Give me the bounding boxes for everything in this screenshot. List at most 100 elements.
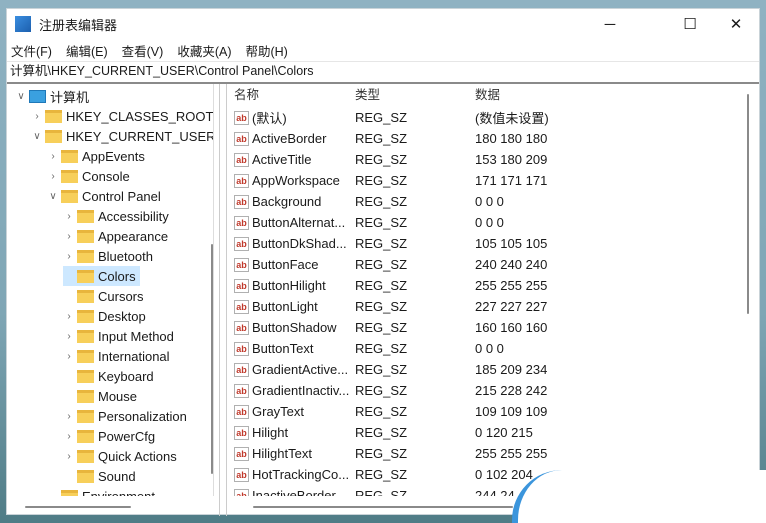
tree-item-label: Bluetooth <box>98 248 153 264</box>
chevron-right-icon[interactable]: › <box>63 311 75 322</box>
chevron-down-icon[interactable]: ∨ <box>31 131 43 142</box>
minimize-button[interactable]: ─ <box>587 9 633 39</box>
tree-item[interactable]: Keyboard <box>63 366 158 386</box>
menu-favorites[interactable]: 收藏夹(A) <box>177 41 231 60</box>
value-data: 255 255 255 <box>475 278 548 293</box>
maximize-button[interactable]: ☐ <box>667 9 713 39</box>
chevron-right-icon[interactable]: › <box>63 351 75 362</box>
floating-overlay <box>512 470 766 523</box>
value-row[interactable]: ab ButtonAlternat... REG_SZ 0 0 0 <box>228 212 738 233</box>
string-value-icon: ab <box>234 404 249 419</box>
value-row[interactable]: ab ButtonLight REG_SZ 227 227 227 <box>228 296 738 317</box>
folder-icon <box>77 389 94 403</box>
tree-item[interactable]: ∨ Control Panel <box>47 186 165 206</box>
value-name: ButtonLight <box>252 299 318 314</box>
tree-item-label: Personalization <box>98 408 187 424</box>
tree-item[interactable]: Cursors <box>63 286 148 306</box>
value-row[interactable]: ab GradientInactiv... REG_SZ 215 228 242 <box>228 380 738 401</box>
value-row[interactable]: ab ActiveBorder REG_SZ 180 180 180 <box>228 128 738 149</box>
chevron-down-icon[interactable]: ∨ <box>47 191 59 202</box>
value-row[interactable]: ab Hilight REG_SZ 0 120 215 <box>228 422 738 443</box>
tree-item[interactable]: › Desktop <box>63 306 150 326</box>
menu-edit[interactable]: 编辑(E) <box>66 41 108 60</box>
string-value-icon: ab <box>234 488 249 496</box>
value-type: REG_SZ <box>355 194 408 209</box>
chevron-right-icon[interactable]: › <box>63 251 75 262</box>
tree-item-label: Console <box>82 168 130 184</box>
value-name: InactiveBorder <box>252 488 336 496</box>
value-data: 215 228 242 <box>475 383 548 398</box>
value-name: HilightText <box>252 446 312 461</box>
column-header-data[interactable]: 数据 <box>475 84 500 106</box>
value-type: REG_SZ <box>355 488 408 496</box>
value-row[interactable]: ab ButtonFace REG_SZ 240 240 240 <box>228 254 738 275</box>
tree-item[interactable]: Environment <box>47 486 159 496</box>
tree-item[interactable]: › Personalization <box>63 406 191 426</box>
tree-item[interactable]: Colors <box>63 266 140 286</box>
value-row[interactable]: ab HilightText REG_SZ 255 255 255 <box>228 443 738 464</box>
chevron-right-icon[interactable]: › <box>63 411 75 422</box>
folder-icon <box>77 309 94 323</box>
folder-icon <box>77 369 94 383</box>
chevron-right-icon[interactable]: › <box>47 151 59 162</box>
chevron-right-icon[interactable]: › <box>63 431 75 442</box>
list-vertical-scrollbar[interactable] <box>747 94 749 314</box>
value-row[interactable]: ab GrayText REG_SZ 109 109 109 <box>228 401 738 422</box>
menu-bar: 文件(F) 编辑(E) 查看(V) 收藏夹(A) 帮助(H) <box>7 39 759 61</box>
value-row[interactable]: ab ButtonHilight REG_SZ 255 255 255 <box>228 275 738 296</box>
list-horizontal-scrollbar[interactable] <box>253 506 513 508</box>
tree-item[interactable]: › Bluetooth <box>63 246 157 266</box>
tree-item[interactable]: › Input Method <box>63 326 178 346</box>
value-row[interactable]: ab ActiveTitle REG_SZ 153 180 209 <box>228 149 738 170</box>
tree-item[interactable]: Sound <box>63 466 140 486</box>
value-data: 0 120 215 <box>475 425 533 440</box>
string-value-icon: ab <box>234 257 249 272</box>
string-value-icon: ab <box>234 110 249 125</box>
folder-icon <box>77 349 94 363</box>
tree-item[interactable]: › HKEY_CLASSES_ROOT <box>31 106 213 126</box>
tree-item[interactable]: › PowerCfg <box>63 426 159 446</box>
value-row[interactable]: ab Background REG_SZ 0 0 0 <box>228 191 738 212</box>
tree-item[interactable]: › AppEvents <box>47 146 149 166</box>
chevron-right-icon[interactable]: › <box>63 211 75 222</box>
value-type: REG_SZ <box>355 404 408 419</box>
pane-splitter[interactable] <box>219 84 227 516</box>
title-bar: 注册表编辑器 ─ ☐ ✕ <box>7 9 759 39</box>
value-type: REG_SZ <box>355 320 408 335</box>
menu-help[interactable]: 帮助(H) <box>245 41 287 60</box>
tree-item[interactable]: › Appearance <box>63 226 172 246</box>
tree-item[interactable]: › Accessibility <box>63 206 173 226</box>
column-header-type[interactable]: 类型 <box>355 84 380 106</box>
value-type: REG_SZ <box>355 257 408 272</box>
value-row[interactable]: ab ButtonText REG_SZ 0 0 0 <box>228 338 738 359</box>
chevron-right-icon[interactable]: › <box>63 331 75 342</box>
value-data: 255 255 255 <box>475 446 548 461</box>
tree-item-label: Desktop <box>98 308 146 324</box>
value-row[interactable]: ab AppWorkspace REG_SZ 171 171 171 <box>228 170 738 191</box>
tree-item[interactable]: › Quick Actions <box>63 446 181 466</box>
menu-file[interactable]: 文件(F) <box>11 41 52 60</box>
tree-vertical-scrollbar[interactable] <box>211 244 213 474</box>
tree-item[interactable]: ∨ HKEY_CURRENT_USER <box>31 126 213 146</box>
address-bar[interactable]: 计算机\HKEY_CURRENT_USER\Control Panel\Colo… <box>7 61 759 81</box>
value-row[interactable]: ab ButtonDkShad... REG_SZ 105 105 105 <box>228 233 738 254</box>
tree-item-label: Keyboard <box>98 368 154 384</box>
tree-horizontal-scrollbar[interactable] <box>25 506 131 508</box>
chevron-down-icon[interactable]: ∨ <box>15 91 27 102</box>
value-row[interactable]: ab (默认) REG_SZ (数值未设置) <box>228 107 738 128</box>
value-row[interactable]: ab ButtonShadow REG_SZ 160 160 160 <box>228 317 738 338</box>
tree-item[interactable]: › Console <box>47 166 134 186</box>
value-row[interactable]: ab GradientActive... REG_SZ 185 209 234 <box>228 359 738 380</box>
column-header-name[interactable]: 名称 <box>234 84 259 106</box>
string-value-icon: ab <box>234 173 249 188</box>
chevron-right-icon[interactable]: › <box>63 451 75 462</box>
tree-item[interactable]: ∨ 计算机 <box>15 86 93 106</box>
chevron-right-icon[interactable]: › <box>31 111 43 122</box>
folder-icon <box>77 229 94 243</box>
tree-item[interactable]: Mouse <box>63 386 141 406</box>
menu-view[interactable]: 查看(V) <box>122 41 164 60</box>
tree-item[interactable]: › International <box>63 346 174 366</box>
close-button[interactable]: ✕ <box>713 9 759 39</box>
chevron-right-icon[interactable]: › <box>47 171 59 182</box>
chevron-right-icon[interactable]: › <box>63 231 75 242</box>
